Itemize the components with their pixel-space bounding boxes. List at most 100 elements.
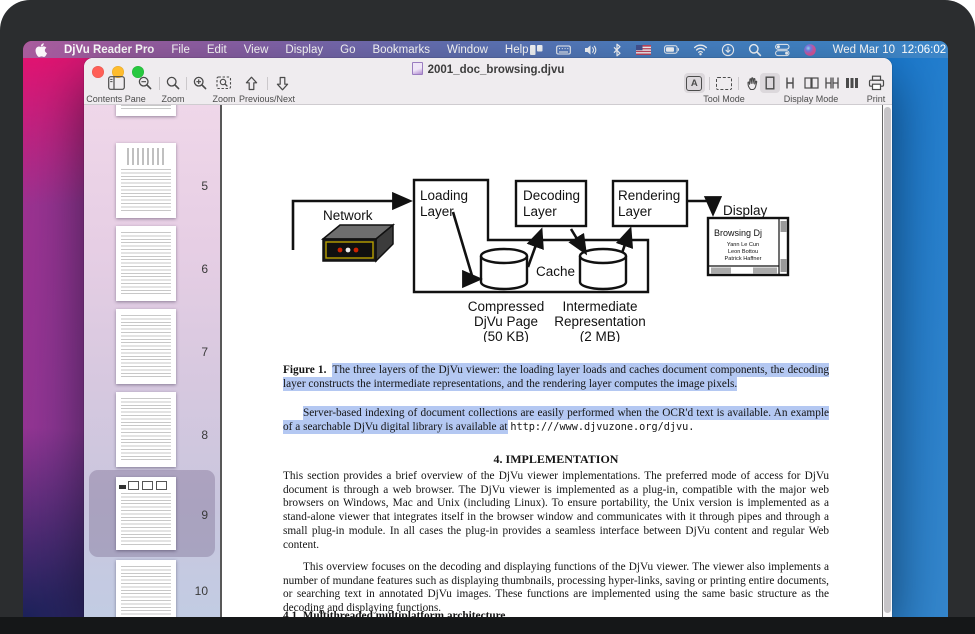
apple-menu-icon[interactable] xyxy=(35,43,47,57)
document-scrollbar[interactable] xyxy=(882,105,892,617)
clipped-subheading: 4.1. Multithreaded multiplatform archite… xyxy=(283,610,829,617)
intermediate-caption-2: Representation xyxy=(554,314,646,329)
menu-left: DjVu Reader Pro File Edit View Display G… xyxy=(35,43,529,57)
printer-icon xyxy=(868,75,885,91)
keyboard-icon[interactable] xyxy=(556,43,571,57)
two-pages-icon xyxy=(804,76,819,90)
intermediate-caption-1: Intermediate xyxy=(562,299,637,314)
author-1: Yann Le Cun xyxy=(727,242,759,248)
menu-window[interactable]: Window xyxy=(447,44,488,56)
zoom-actual-size-button[interactable] xyxy=(165,73,182,93)
display-mode-label: Display Mode xyxy=(760,94,862,104)
body-paragraph-1: This section provides a brief overview o… xyxy=(283,470,829,552)
menu-view[interactable]: View xyxy=(244,44,269,56)
volume-icon[interactable] xyxy=(584,43,598,57)
menu-app-name[interactable]: DjVu Reader Pro xyxy=(64,44,154,56)
control-center-icon[interactable] xyxy=(775,43,790,57)
document-page: Loading Layer Decoding Layer Rendering L… xyxy=(222,105,882,617)
author-2: Leon Bottou xyxy=(728,249,758,255)
thumbnail-page-9[interactable] xyxy=(116,477,176,550)
compressed-caption-3: (50 KB) xyxy=(483,329,529,342)
single-page-icon xyxy=(765,76,775,90)
two-pages-mode-button[interactable] xyxy=(801,73,821,93)
figure-caption-label: Figure 1. xyxy=(283,364,326,376)
menu-edit[interactable]: Edit xyxy=(207,44,227,56)
app-window: 2001_doc_browsing.djvu Contents Pane xyxy=(84,58,892,617)
page-number: 8 xyxy=(178,428,208,442)
previous-next-label: Previous/Next xyxy=(234,94,300,104)
compressed-caption-2: DjVu Page xyxy=(474,314,538,329)
rect-select-tool-button[interactable] xyxy=(714,73,735,93)
figure-1-diagram: Loading Layer Decoding Layer Rendering L… xyxy=(285,172,845,342)
network-device xyxy=(323,225,393,261)
rendering-layer-label-2: Layer xyxy=(618,204,652,219)
spotlight-icon[interactable] xyxy=(748,43,762,57)
thumbnail-page-4-partial[interactable] xyxy=(116,105,176,116)
contents-pane-button[interactable] xyxy=(105,73,127,93)
two-pages-continuous-mode-button[interactable] xyxy=(822,73,842,93)
previous-next-group: Previous/Next xyxy=(234,73,300,104)
loading-layer-label-2: Layer xyxy=(420,204,454,219)
document-icon xyxy=(412,62,423,75)
zoom-out-button[interactable] xyxy=(137,73,154,93)
network-label: Network xyxy=(323,208,373,223)
menu-help[interactable]: Help xyxy=(505,44,529,56)
selection-rect-icon xyxy=(716,77,732,90)
window-header: 2001_doc_browsing.djvu Contents Pane xyxy=(84,58,892,105)
thumbnail-page-10[interactable] xyxy=(116,560,176,617)
desktop-screen: DjVu Reader Pro File Edit View Display G… xyxy=(23,41,948,617)
next-page-button[interactable] xyxy=(274,73,292,93)
app-tiles-icon[interactable] xyxy=(529,43,543,57)
scrollbar-thumb[interactable] xyxy=(884,107,891,613)
text-select-tool-button[interactable]: A xyxy=(684,73,705,93)
menu-bookmarks[interactable]: Bookmarks xyxy=(372,44,430,56)
rendering-to-display-arrow xyxy=(687,201,713,213)
page-number: 7 xyxy=(178,345,208,359)
continuous-mode-button[interactable] xyxy=(781,73,801,93)
wifi-icon[interactable] xyxy=(693,43,708,56)
update-icon[interactable] xyxy=(721,43,735,57)
menu-clock[interactable]: Wed Mar 10 12:06:02 AM xyxy=(833,44,948,56)
rendering-layer-label-1: Rendering xyxy=(618,188,680,203)
battery-icon[interactable] xyxy=(664,43,680,56)
menu-go[interactable]: Go xyxy=(340,44,355,56)
intermediate-caption-3: (2 MB) xyxy=(580,329,621,342)
thumbnail-page-5[interactable] xyxy=(116,143,176,218)
author-3: Patrick Haffner xyxy=(725,256,762,262)
laptop-bezel: DjVu Reader Pro File Edit View Display G… xyxy=(0,0,975,634)
loading-to-cache-arrow xyxy=(453,212,479,279)
us-flag-icon[interactable] xyxy=(636,45,651,55)
server-indexing-paragraph: Server-based indexing of document collec… xyxy=(283,407,829,434)
thumbnail-page-6[interactable] xyxy=(116,226,176,301)
siri-icon[interactable] xyxy=(803,43,817,57)
zoom-label: Zoom xyxy=(137,94,209,104)
single-page-mode-button[interactable] xyxy=(760,73,780,93)
loading-layer-label-1: Loading xyxy=(420,188,468,203)
cache-label: Cache xyxy=(536,264,575,279)
figure-caption: Figure 1. The three layers of the DjVu v… xyxy=(283,364,829,391)
menu-file[interactable]: File xyxy=(171,44,190,56)
menu-status-area: Wed Mar 10 12:06:02 AM xyxy=(529,43,948,57)
cache-to-rendering-arrow xyxy=(622,230,630,253)
bluetooth-icon[interactable] xyxy=(611,43,623,57)
previous-page-button[interactable] xyxy=(243,73,261,93)
section-heading: 4. IMPLEMENTATION xyxy=(283,452,829,467)
page-number: 10 xyxy=(178,584,208,598)
menu-bar: DjVu Reader Pro File Edit View Display G… xyxy=(23,41,948,58)
tool-mode-group: A Tool Mode xyxy=(684,73,764,104)
menu-display[interactable]: Display xyxy=(285,44,323,56)
laptop-bezel-bottom xyxy=(0,617,975,634)
print-label: Print xyxy=(854,94,898,104)
hand-icon xyxy=(746,76,761,91)
window-title-text: 2001_doc_browsing.djvu xyxy=(428,64,565,76)
thumbnail-page-8[interactable] xyxy=(116,392,176,467)
print-button[interactable] xyxy=(865,73,887,93)
cache-to-decoding-arrow xyxy=(528,231,541,267)
marquee-zoom-button[interactable] xyxy=(213,73,235,93)
page-number: 5 xyxy=(178,179,208,193)
zoom-group: Zoom xyxy=(137,73,209,104)
thumbnail-page-7[interactable] xyxy=(116,309,176,384)
continuous-icon xyxy=(784,76,796,90)
tool-mode-label: Tool Mode xyxy=(684,94,764,104)
cache-cylinder-2 xyxy=(580,249,626,289)
